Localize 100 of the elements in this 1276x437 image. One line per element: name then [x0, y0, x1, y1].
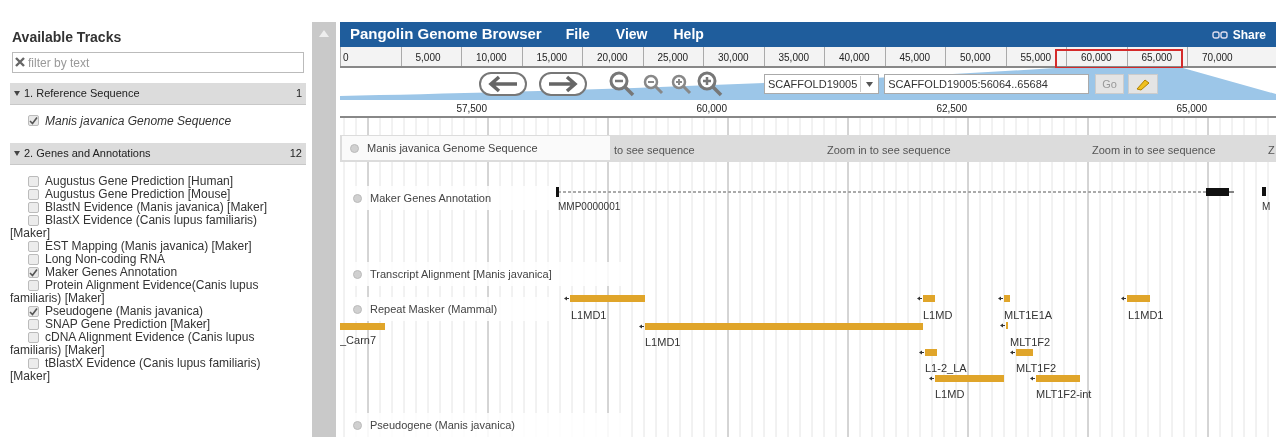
highlight-button[interactable]	[1127, 74, 1158, 94]
track-close-icon[interactable]	[353, 304, 362, 314]
checkbox[interactable]	[28, 202, 39, 213]
checkbox[interactable]	[28, 176, 39, 187]
zoom-out-icon[interactable]	[608, 70, 636, 98]
ruler-label: 35,000	[778, 52, 810, 63]
track-name[interactable]: Protein Alignment Evidence(Canis lupus familiaris) [Maker]	[10, 279, 292, 305]
menu-item[interactable]: Help	[673, 24, 704, 45]
checkbox[interactable]	[28, 189, 39, 200]
track-name[interactable]: EST Mapping (Manis javanica) [Maker]	[10, 240, 292, 253]
checkbox[interactable]	[28, 306, 39, 317]
checkbox[interactable]	[28, 115, 39, 126]
menu-item[interactable]: View	[615, 24, 648, 45]
ruler-label: 25,000	[657, 52, 689, 63]
zoom-in-icon[interactable]	[696, 70, 724, 98]
feature-label: M	[1262, 200, 1271, 214]
ruler-label: 65,000	[1176, 102, 1208, 116]
category-header[interactable]: 2. Genes and Annotations 12	[10, 143, 306, 165]
feature-label: MLT1F2-int	[1036, 388, 1092, 400]
filter-field[interactable]: filter by text	[12, 52, 304, 73]
pan-left-button[interactable]	[478, 72, 528, 96]
track-name[interactable]: Augustus Gene Prediction [Mouse]	[10, 188, 292, 201]
zoom-in-icon[interactable]	[670, 73, 692, 95]
checkbox[interactable]	[28, 280, 39, 291]
ruler-label: 45,000	[899, 52, 931, 63]
ruler-label: 57,500	[456, 102, 488, 116]
track-name[interactable]: Long Non-coding RNA	[10, 253, 292, 266]
scrollbar[interactable]	[312, 22, 336, 437]
repeat-feature-bar[interactable]	[919, 349, 937, 356]
repeat-feature-bar[interactable]	[998, 295, 1010, 302]
track-name[interactable]: SNAP Gene Prediction [Maker]	[10, 318, 292, 331]
category-count: 12	[289, 146, 302, 162]
ruler-label: 10,000	[476, 52, 507, 63]
pan-right-button[interactable]	[538, 72, 588, 96]
app-title: Pangolin Genome Browser	[350, 24, 542, 45]
checkbox[interactable]	[28, 358, 39, 369]
track-label[interactable]: Manis javanica Genome Sequence	[342, 136, 610, 160]
feature-label: L1MD1	[645, 336, 681, 348]
feature-label: _Carn7	[340, 334, 377, 346]
category-label: 1. Reference Sequence	[24, 86, 141, 102]
ruler-label: 0	[343, 52, 349, 63]
feature-label: L1MD	[935, 388, 965, 400]
overview-ruler[interactable]: 0 5,000 10,000 15,000 20,000 25,000 30,000 35,000 40,000 45,000 50,000 55,000 60,000 65,000 70,000	[340, 47, 1276, 68]
scroll-up-arrow-icon[interactable]	[319, 30, 329, 37]
track-message: Z	[1268, 143, 1275, 158]
feature-label: L1MD	[923, 309, 953, 321]
ruler-label: 20,000	[597, 52, 628, 63]
track-message: to see sequence	[614, 143, 695, 158]
track-name[interactable]: Augustus Gene Prediction [Human]	[10, 175, 292, 188]
share-button[interactable]: Share	[1211, 25, 1266, 44]
ruler-label: 70,000	[1202, 52, 1233, 63]
ruler-label: 50,000	[960, 52, 991, 63]
track-name[interactable]: BlastX Evidence (Canis lupus familiaris) [Maker]	[10, 214, 292, 240]
track-name[interactable]: Pseudogene (Manis javanica)	[10, 305, 292, 318]
feature-label: L1MD1	[571, 309, 607, 321]
repeat-feature-bar[interactable]	[1121, 295, 1150, 302]
track-message: Zoom in to see sequence	[1092, 143, 1216, 158]
clear-icon[interactable]	[15, 57, 25, 67]
repeat-feature-bar[interactable]	[1000, 322, 1008, 329]
checkbox[interactable]	[28, 215, 39, 226]
refseq-dropdown[interactable]: SCAFFOLD19005	[764, 74, 880, 94]
repeat-feature-bar[interactable]	[1010, 349, 1033, 356]
track-close-icon[interactable]	[353, 420, 362, 430]
track-name[interactable]: Maker Genes Annotation	[10, 266, 292, 279]
zoom-out-icon[interactable]	[642, 73, 664, 95]
checkbox[interactable]	[28, 319, 39, 330]
panel-title: Available Tracks	[11, 27, 123, 47]
checkbox[interactable]	[28, 254, 39, 265]
feature-label: L1-2_LA	[925, 362, 967, 374]
repeat-feature-bar[interactable]	[917, 295, 935, 302]
feature-label: MLT1F2	[1010, 336, 1051, 348]
highlighter-icon	[1134, 77, 1151, 91]
ruler-label: 15,000	[536, 52, 568, 63]
ruler-label: 40,000	[839, 52, 870, 63]
ruler-label: 60,000	[696, 102, 728, 116]
feature-label: MLT1F2	[1016, 362, 1057, 374]
ruler-label: 30,000	[718, 52, 749, 63]
checkbox[interactable]	[28, 241, 39, 252]
menu-item[interactable]: File	[565, 24, 590, 45]
location-field[interactable]: SCAFFOLD19005:56064..65684	[884, 74, 1090, 94]
category-count: 1	[295, 86, 302, 102]
feature-label: MLT1E1A	[1004, 309, 1053, 321]
track-close-icon[interactable]	[353, 193, 362, 203]
category-label: 2. Genes and Annotations	[24, 146, 152, 162]
track-name[interactable]: tBlastX Evidence (Canis lupus familiaris) [Maker]	[10, 357, 292, 383]
ruler-label: 5,000	[415, 52, 441, 63]
ruler-label: 55,000	[1020, 52, 1052, 63]
link-icon	[1211, 30, 1228, 39]
feature-label: L1MD1	[1128, 309, 1164, 321]
ruler-label: 62,500	[936, 102, 968, 116]
ruler-label: 60,000	[1081, 52, 1112, 63]
track-close-icon[interactable]	[350, 143, 359, 153]
category-header[interactable]: 1. Reference Sequence 1	[10, 83, 306, 105]
checkbox[interactable]	[28, 332, 39, 343]
track-name[interactable]: BlastN Evidence (Manis javanica) [Maker]	[10, 201, 292, 214]
checkbox[interactable]	[28, 267, 39, 278]
track-name[interactable]: Manis javanica Genome Sequence	[10, 114, 232, 128]
gene-model-drawing[interactable]	[556, 187, 1236, 197]
track-close-icon[interactable]	[353, 269, 362, 279]
caret-icon	[866, 81, 874, 87]
